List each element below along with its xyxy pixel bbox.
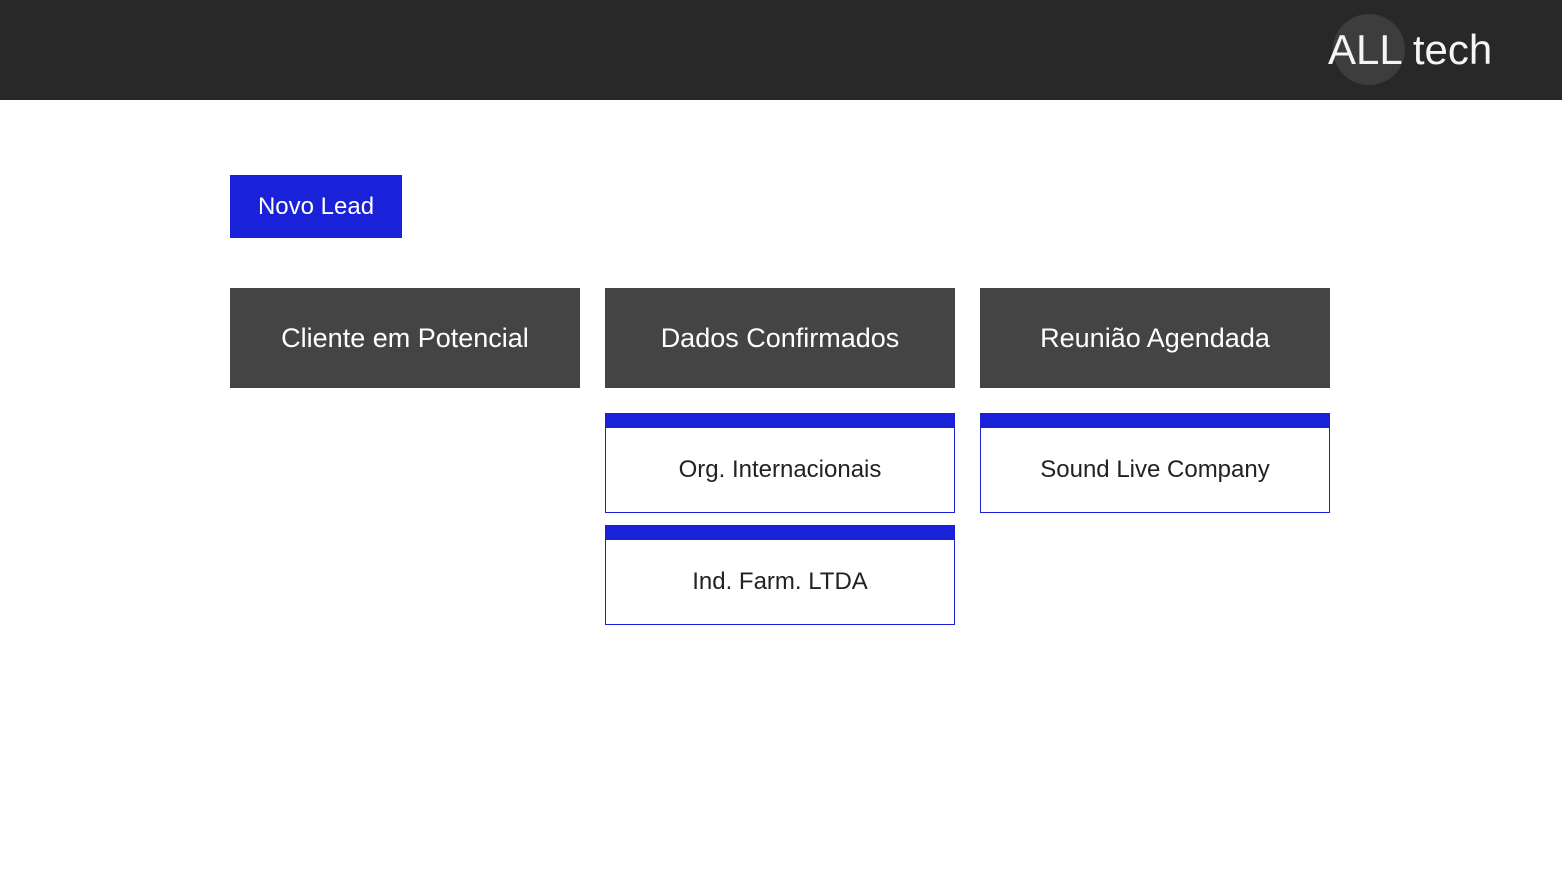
column-dados-confirmados: Dados Confirmados Org. Internacionais In… <box>605 288 955 637</box>
new-lead-button[interactable]: Novo Lead <box>230 175 402 238</box>
column-cliente-em-potencial: Cliente em Potencial <box>230 288 580 413</box>
brand-logo[interactable]: ALL tech <box>1328 14 1528 86</box>
logo-text: ALL tech <box>1328 26 1493 73</box>
card-list: Org. Internacionais Ind. Farm. LTDA <box>605 413 955 625</box>
column-header: Dados Confirmados <box>605 288 955 388</box>
lead-card[interactable]: Org. Internacionais <box>605 413 955 513</box>
top-bar: ALL tech <box>0 0 1562 100</box>
column-reuniao-agendada: Reunião Agendada Sound Live Company <box>980 288 1330 525</box>
card-list: Sound Live Company <box>980 413 1330 513</box>
column-header: Cliente em Potencial <box>230 288 580 388</box>
column-header: Reunião Agendada <box>980 288 1330 388</box>
lead-card[interactable]: Ind. Farm. LTDA <box>605 525 955 625</box>
lead-card[interactable]: Sound Live Company <box>980 413 1330 513</box>
